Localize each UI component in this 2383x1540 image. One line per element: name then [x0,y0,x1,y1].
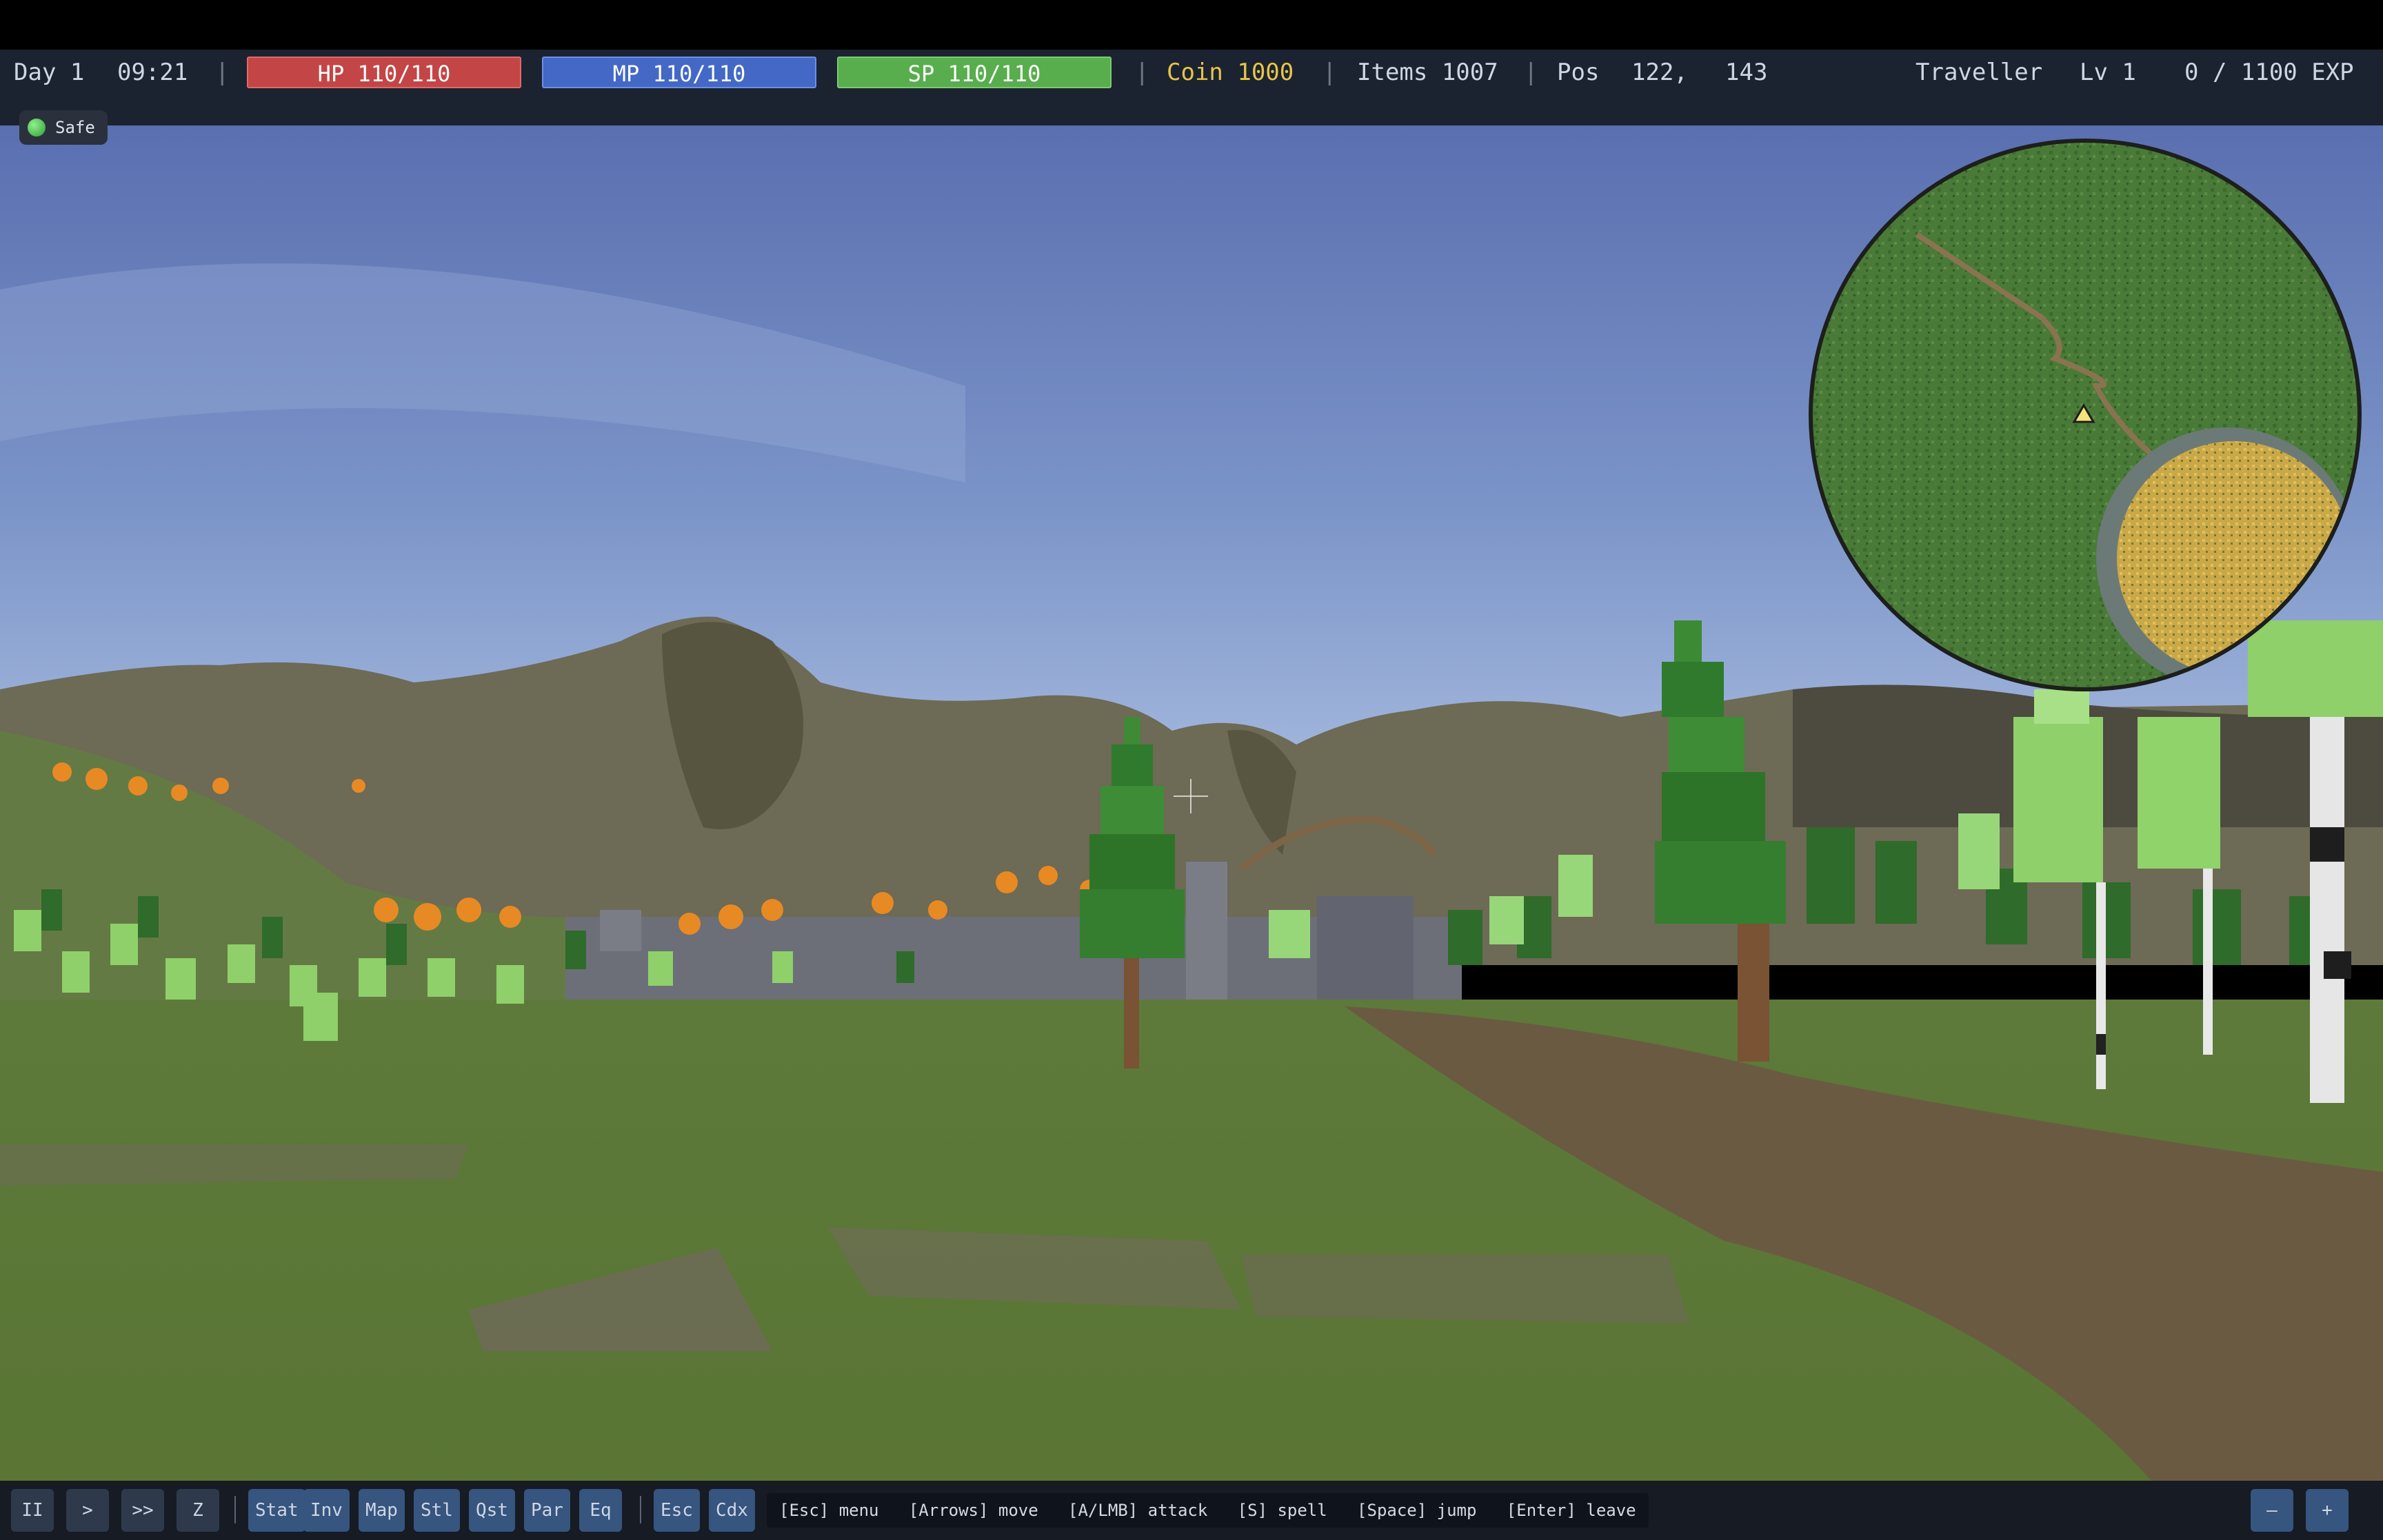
controls-hint: [Esc] menu [Arrows] move [A/LMB] attack … [767,1493,1649,1528]
safe-label: Safe [55,118,95,137]
character-class: Traveller [1916,59,2043,86]
fast-forward-button[interactable]: >> [121,1489,164,1532]
escape-button[interactable]: Esc [654,1489,700,1532]
separator [234,1496,236,1523]
position-label: Pos [1557,59,1600,86]
time-label: 09:21 [117,59,188,86]
equipment-button[interactable]: Eq [579,1489,622,1532]
items-counter: Items 1007 [1357,59,1498,86]
game-viewport[interactable] [0,0,2383,1540]
zoom-out-button[interactable]: – [2251,1489,2293,1532]
separator: | [1323,59,1337,86]
stat-button[interactable]: Stat [248,1489,305,1532]
day-label: Day 1 [14,59,85,86]
codex-button[interactable]: Cdx [709,1489,755,1532]
separator: | [215,59,230,86]
quest-button[interactable]: Qst [469,1489,515,1532]
safe-indicator-icon [28,119,46,136]
separator: | [1524,59,1538,86]
mp-bar: MP 110/110 [542,57,816,88]
status-bar: Day 1 09:21 | HP 110/110 MP 110/110 SP 1… [0,50,2383,125]
skills-button[interactable]: Stl [414,1489,460,1532]
safe-status-badge: Safe [19,110,108,145]
inventory-button[interactable]: Inv [303,1489,350,1532]
separator: | [1135,59,1149,86]
character-level: Lv 1 [2080,59,2136,86]
position-x: 122, [1631,59,1688,86]
map-button[interactable]: Map [359,1489,405,1532]
position-y: 143 [1725,59,1768,86]
coin-counter: Coin 1000 [1167,59,1294,86]
sleep-button[interactable]: Z [177,1489,219,1532]
play-button[interactable]: > [66,1489,109,1532]
experience-counter: 0 / 1100 EXP [2184,59,2354,86]
bottom-toolbar: II > >> Z Stat Inv Map Stl Qst Par Eq Es… [0,1481,2383,1540]
separator [640,1496,641,1523]
pause-button[interactable]: II [11,1489,54,1532]
hp-bar: HP 110/110 [247,57,521,88]
sp-bar: SP 110/110 [837,57,1112,88]
zoom-in-button[interactable]: + [2306,1489,2349,1532]
crosshair-icon [1174,779,1208,813]
party-button[interactable]: Par [524,1489,570,1532]
